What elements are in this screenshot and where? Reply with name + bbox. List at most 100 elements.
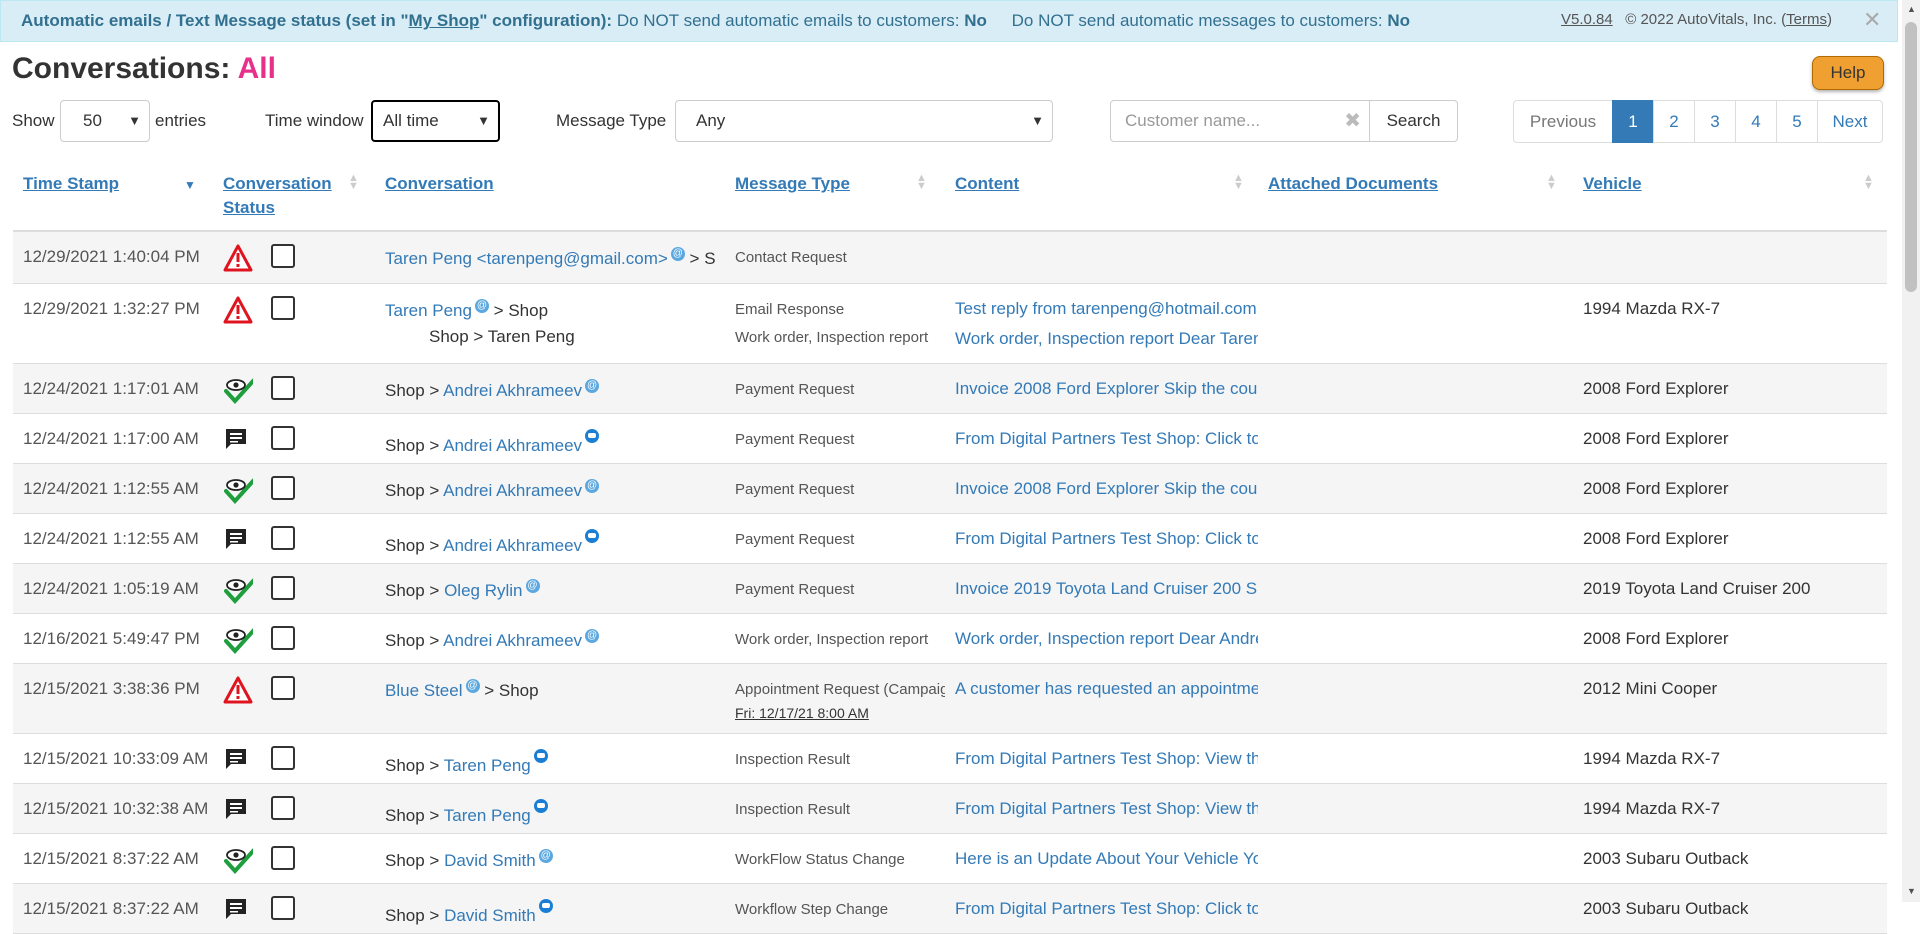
table-row[interactable]: 12/15/2021 8:37:22 AM Shop > David Smith @… — [13, 834, 1887, 884]
col-vehicle[interactable]: Vehicle — [1583, 172, 1642, 196]
row-checkbox[interactable] — [271, 376, 295, 400]
appointment-time-link[interactable]: Fri: 12/17/21 8:00 AM — [735, 705, 869, 721]
row-checkbox[interactable] — [271, 626, 295, 650]
content-link[interactable]: A customer has requested an appointment — [955, 679, 1258, 699]
table-row[interactable]: 12/24/2021 1:17:00 AM Shop > Andrei Akhra… — [13, 414, 1887, 464]
message-type-select[interactable]: Any ▼ — [675, 100, 1053, 142]
entries-select[interactable]: 50 ▼ — [60, 100, 150, 142]
table-row[interactable]: 12/24/2021 1:17:01 AM Shop > Andrei Akhra… — [13, 364, 1887, 414]
content-link[interactable]: Test reply from tarenpeng@hotmail.com — [955, 299, 1258, 319]
page-2-button[interactable]: 2 — [1653, 100, 1695, 143]
search-button[interactable]: Search — [1369, 100, 1458, 142]
chevron-down-icon: ▼ — [477, 113, 490, 128]
scrollbar-thumb[interactable] — [1905, 22, 1917, 292]
message-type-cell: Payment Request — [735, 581, 855, 598]
recipient-link[interactable]: Andrei Akhrameev — [443, 536, 582, 555]
row-checkbox[interactable] — [271, 746, 295, 770]
recipient-link[interactable]: Taren Peng — [444, 806, 531, 825]
search-placeholder: Customer name... — [1125, 111, 1261, 130]
row-checkbox[interactable] — [271, 676, 295, 700]
table-row[interactable]: 12/15/2021 8:37:22 AM Shop > David Smith W… — [13, 884, 1887, 934]
content-link[interactable]: From Digital Partners Test Shop: Click t… — [955, 529, 1258, 549]
table-row[interactable]: 12/24/2021 1:12:55 AM Shop > Andrei Akhra… — [13, 514, 1887, 564]
sender-link[interactable]: Taren Peng — [385, 301, 472, 320]
version-link[interactable]: V5.0.84 — [1561, 11, 1613, 28]
table-row[interactable]: 12/15/2021 3:38:36 PM Blue Steel @ > Shop A… — [13, 664, 1887, 734]
content-link[interactable]: Work order, Inspection report Dear Taren — [955, 329, 1258, 349]
close-icon[interactable]: ✕ — [1863, 7, 1881, 33]
col-conversation-status[interactable]: Conversation Status — [223, 172, 332, 220]
message-type-cell: Payment Request — [735, 531, 855, 548]
content-link[interactable]: From Digital Partners Test Shop: Click t… — [955, 429, 1258, 449]
recipient-link[interactable]: Andrei Akhrameev — [443, 481, 582, 500]
row-checkbox[interactable] — [271, 244, 295, 268]
content-link[interactable]: From Digital Partners Test Shop: View th… — [955, 749, 1258, 769]
content-link[interactable]: Invoice 2008 Ford Explorer Skip the coun… — [955, 479, 1258, 499]
banner-suffix: " configuration): — [479, 11, 613, 30]
table-row[interactable]: 12/15/2021 10:32:38 AM Shop > Taren Peng I… — [13, 784, 1887, 834]
content-link[interactable]: Invoice 2019 Toyota Land Cruiser 200 Ski… — [955, 579, 1258, 599]
scroll-down-icon[interactable]: ▼ — [1907, 886, 1916, 896]
previous-page-button[interactable]: Previous — [1513, 100, 1613, 143]
recipient-link[interactable]: David Smith — [444, 906, 536, 925]
recipient-link[interactable]: Andrei Akhrameev — [443, 436, 582, 455]
vehicle-cell: 2008 Ford Explorer — [1583, 629, 1729, 648]
viewed-check-icon — [223, 376, 253, 404]
help-button[interactable]: Help — [1812, 56, 1884, 90]
col-conversation[interactable]: Conversation — [385, 172, 494, 196]
warning-icon — [223, 676, 253, 704]
time-window-select[interactable]: All time ▼ — [371, 100, 500, 142]
row-checkbox[interactable] — [271, 576, 295, 600]
my-shop-link[interactable]: My Shop — [409, 11, 480, 30]
terms-link[interactable]: Terms — [1786, 11, 1827, 28]
vehicle-cell: 2003 Subaru Outback — [1583, 849, 1749, 868]
row-checkbox[interactable] — [271, 846, 295, 870]
content-link[interactable]: From Digital Partners Test Shop: View th… — [955, 799, 1258, 819]
conversation-cell: Shop > Andrei Akhrameev @ — [385, 379, 725, 401]
recipient-link[interactable]: David Smith — [444, 851, 536, 870]
row-checkbox[interactable] — [271, 896, 295, 920]
col-attached-documents[interactable]: Attached Documents — [1268, 172, 1438, 196]
recipient-link[interactable]: Taren Peng — [444, 756, 531, 775]
sender-text: Shop — [385, 481, 425, 500]
table-row[interactable]: 12/29/2021 1:32:27 PM Taren Peng @ > Shop S… — [13, 284, 1887, 364]
content-link[interactable]: Invoice 2008 Ford Explorer Skip the coun… — [955, 379, 1258, 399]
text-message-icon — [223, 426, 253, 454]
timestamp-cell: 12/24/2021 1:17:01 AM — [23, 379, 199, 398]
col-timestamp[interactable]: Time Stamp — [23, 172, 119, 196]
table-row[interactable]: 12/24/2021 1:05:19 AM Shop > Oleg Rylin @ P… — [13, 564, 1887, 614]
content-link[interactable]: Here is an Update About Your Vehicle You… — [955, 849, 1258, 869]
next-page-button[interactable]: Next — [1817, 100, 1883, 143]
row-checkbox[interactable] — [271, 526, 295, 550]
sender-link[interactable]: Blue Steel — [385, 681, 463, 700]
page-3-button[interactable]: 3 — [1694, 100, 1736, 143]
content-link[interactable]: From Digital Partners Test Shop: Click t… — [955, 899, 1258, 919]
row-checkbox[interactable] — [271, 796, 295, 820]
table-row[interactable]: 12/16/2021 5:49:47 PM Shop > Andrei Akhra… — [13, 614, 1887, 664]
row-checkbox[interactable] — [271, 426, 295, 450]
recipient-link[interactable]: Andrei Akhrameev — [443, 381, 582, 400]
sort-icon: ▲ ▼ — [916, 172, 927, 192]
table-row[interactable]: 12/15/2021 10:33:09 AM Shop > Taren Peng I… — [13, 734, 1887, 784]
page-4-button[interactable]: 4 — [1735, 100, 1777, 143]
sort-icon: ▲ ▼ — [348, 172, 359, 192]
table-row[interactable]: 12/29/2021 1:40:04 PM Taren Peng <tarenpe… — [13, 232, 1887, 284]
recipient-link[interactable]: Oleg Rylin — [444, 581, 522, 600]
row-checkbox[interactable] — [271, 296, 295, 320]
clear-icon[interactable]: ✖ — [1344, 101, 1361, 141]
page-scrollbar[interactable]: ▲ ▼ — [1902, 0, 1920, 902]
content-link[interactable]: Work order, Inspection report Dear Andre… — [955, 629, 1258, 649]
customer-search-input[interactable]: Customer name... ✖ — [1110, 100, 1370, 142]
page-5-button[interactable]: 5 — [1776, 100, 1818, 143]
table-row[interactable]: 12/24/2021 1:12:55 AM Shop > Andrei Akhra… — [13, 464, 1887, 514]
email-setting-label: Do NOT send automatic emails to customer… — [616, 11, 960, 30]
scroll-up-icon[interactable]: ▲ — [1907, 4, 1916, 14]
col-message-type[interactable]: Message Type — [735, 172, 850, 196]
row-checkbox[interactable] — [271, 476, 295, 500]
sender-text: Shop — [385, 536, 425, 555]
col-content[interactable]: Content — [955, 172, 1019, 196]
vehicle-cell: 2008 Ford Explorer — [1583, 529, 1729, 548]
page-1-button[interactable]: 1 — [1612, 100, 1654, 143]
recipient-link[interactable]: Andrei Akhrameev — [443, 631, 582, 650]
sender-link[interactable]: Taren Peng <tarenpeng@gmail.com> — [385, 249, 668, 268]
